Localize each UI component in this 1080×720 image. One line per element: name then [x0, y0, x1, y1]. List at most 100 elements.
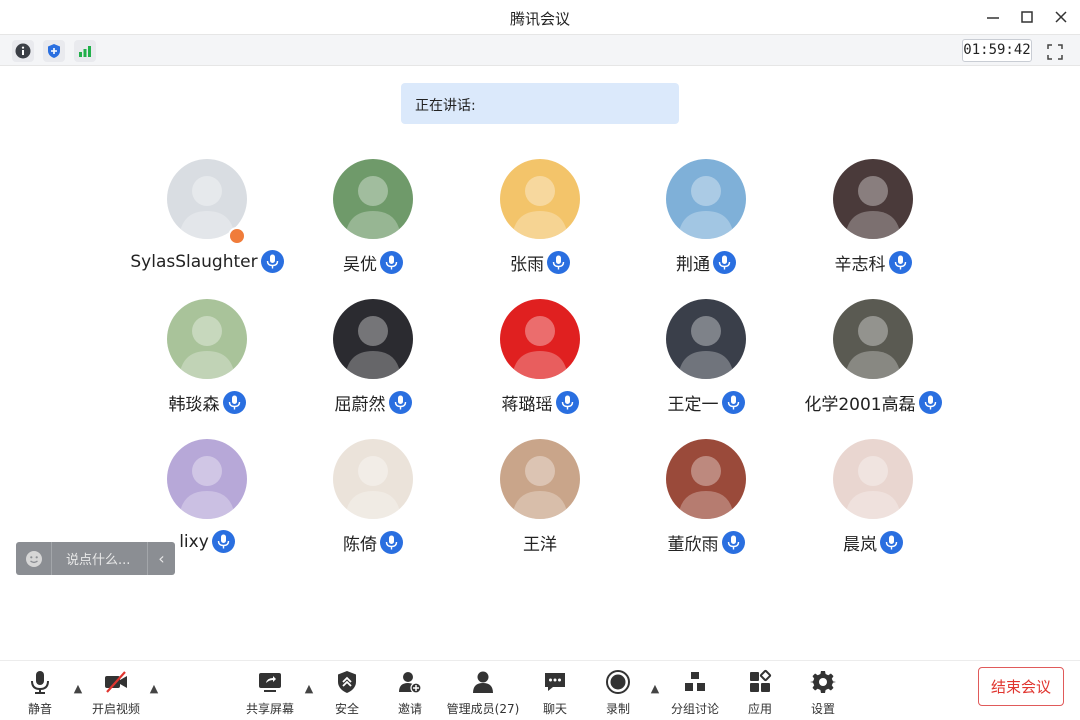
participant-name: 晨岚: [843, 535, 877, 555]
fullscreen-button[interactable]: [1044, 41, 1066, 63]
apps-icon: [750, 669, 772, 692]
participant-tile[interactable]: 王洋: [457, 439, 623, 569]
participant-name-row: 王洋: [457, 530, 623, 555]
record-button[interactable]: 录制: [580, 667, 656, 719]
share-screen-button[interactable]: 共享屏幕: [232, 667, 308, 719]
host-badge-icon: [228, 227, 246, 245]
participant-tile[interactable]: 王定一: [623, 299, 789, 429]
participant-tile[interactable]: 韩琰森: [124, 299, 290, 429]
microphone-icon: [918, 391, 942, 414]
microphone-icon: [380, 531, 403, 554]
participant-tile[interactable]: 蒋璐瑶: [457, 299, 623, 429]
avatar: [333, 159, 413, 239]
participant-name: 荆通: [676, 255, 710, 275]
participant-name-row: 王定一: [623, 390, 789, 415]
quick-chat-bar[interactable]: 说点什么... ‹: [16, 542, 175, 575]
close-button[interactable]: [1044, 5, 1078, 29]
participant-name: 董欣雨: [667, 535, 719, 555]
record-label: 录制: [605, 702, 630, 716]
signal-icon: [79, 46, 91, 57]
info-icon: [15, 43, 31, 59]
mute-button[interactable]: 静音: [2, 667, 78, 719]
meeting-toolbar: 静音 ▲ 开启视频 ▲ 共享屏幕 ▲ 安全 邀请 管理成员(27) 聊天 录制 …: [0, 660, 1080, 720]
breakout-rooms-icon: [685, 672, 705, 691]
shield-icon: [48, 44, 60, 58]
participant-tile[interactable]: 陈倚: [290, 439, 456, 569]
participant-name-row: 韩琰森: [124, 390, 290, 415]
participant-tile[interactable]: 吴优: [290, 159, 456, 289]
start-video-button[interactable]: 开启视频: [78, 667, 154, 719]
manage-members-label: 管理成员(27): [446, 702, 520, 716]
maximize-button[interactable]: [1010, 5, 1044, 29]
participant-name: SylasSlaughter: [130, 251, 258, 272]
mute-label: 静音: [27, 702, 52, 716]
participant-name-row: 董欣雨: [623, 530, 789, 555]
active-speaker-label: 正在讲话:: [415, 98, 476, 114]
avatar: [500, 299, 580, 379]
participant-name-row: 化学2001高磊: [790, 390, 956, 415]
participant-name-row: 晨岚: [790, 530, 956, 555]
meeting-timer: 01:59:42: [962, 39, 1032, 62]
security-status-button[interactable]: [43, 40, 65, 62]
participant-tile[interactable]: 张雨: [457, 159, 623, 289]
apps-label: 应用: [747, 702, 772, 716]
participant-name: 辛志科: [834, 255, 886, 275]
participant-name-row: 陈倚: [290, 530, 456, 555]
participant-tile[interactable]: SylasSlaughter: [124, 159, 290, 289]
microphone-icon: [880, 531, 903, 554]
invite-icon: [399, 672, 422, 694]
participant-name-row: 蒋璐瑶: [457, 390, 623, 415]
participant-name: lixy: [179, 531, 209, 552]
participant-name: 王洋: [523, 535, 557, 555]
microphone-icon: [222, 391, 246, 414]
microphone-icon: [888, 251, 912, 274]
security-icon: [338, 671, 356, 693]
chat-input[interactable]: 说点什么...: [52, 549, 147, 568]
avatar: [333, 299, 413, 379]
microphone-icon: [31, 671, 49, 694]
avatar: [500, 159, 580, 239]
gear-icon: [810, 671, 836, 693]
avatar: [833, 439, 913, 519]
participant-name: 韩琰森: [168, 395, 220, 415]
window-title: 腾讯会议: [509, 10, 570, 28]
breakout-label: 分组讨论: [670, 702, 719, 716]
end-meeting-button[interactable]: 结束会议: [978, 667, 1064, 706]
members-icon: [473, 671, 493, 693]
network-status-button[interactable]: [74, 40, 96, 62]
participant-name: 化学2001高磊: [804, 395, 916, 415]
share-screen-label: 共享屏幕: [245, 702, 294, 716]
participant-name-row: 张雨: [457, 250, 623, 275]
chat-collapse-button[interactable]: ‹: [147, 542, 175, 575]
microphone-icon: [380, 251, 403, 274]
avatar: [666, 299, 746, 379]
manage-members-button[interactable]: 管理成员(27): [436, 667, 530, 719]
fullscreen-icon: [1047, 44, 1063, 60]
settings-button[interactable]: 设置: [785, 667, 861, 719]
active-speaker-banner: 正在讲话:: [401, 83, 679, 124]
close-icon: [1055, 11, 1067, 23]
microphone-icon: [547, 251, 570, 274]
minimize-button[interactable]: [976, 5, 1010, 29]
participant-tile[interactable]: 屈蔚然: [290, 299, 456, 429]
microphone-icon: [721, 391, 745, 414]
participant-tile[interactable]: 晨岚: [790, 439, 956, 569]
chat-icon: [545, 673, 565, 691]
emoji-button[interactable]: [16, 542, 52, 575]
participant-tile[interactable]: 董欣雨: [623, 439, 789, 569]
participant-tile[interactable]: 辛志科: [790, 159, 956, 289]
avatar: [833, 299, 913, 379]
participant-name: 张雨: [510, 255, 544, 275]
emoji-icon: [25, 550, 42, 567]
microphone-icon: [721, 531, 745, 554]
minimize-icon: [987, 17, 999, 19]
participant-tile[interactable]: 化学2001高磊: [790, 299, 956, 429]
microphone-icon: [260, 250, 284, 273]
participant-name: 屈蔚然: [334, 395, 386, 415]
participant-tile[interactable]: 荆通: [623, 159, 789, 289]
avatar: [167, 439, 247, 519]
participant-name: 王定一: [667, 395, 719, 415]
microphone-icon: [388, 391, 412, 414]
video-options-caret[interactable]: ▲: [147, 681, 161, 695]
meeting-info-button[interactable]: [12, 40, 34, 62]
